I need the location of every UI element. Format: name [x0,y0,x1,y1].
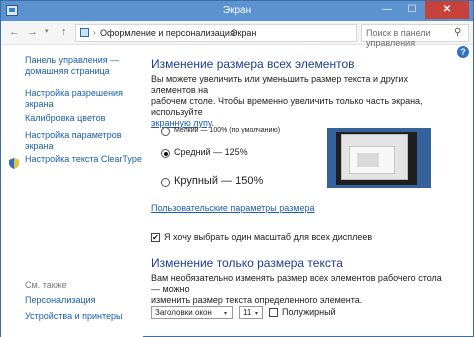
element-select-value: Заголовки окон [155,308,212,317]
size-description-line: Вы можете увеличить или уменьшить размер… [151,74,408,95]
sidebar-item-devices-printers[interactable]: Устройства и принтеры [25,311,123,322]
sidebar-item-color-calibration[interactable]: Калибровка цветов [25,113,105,124]
sidebar-item-label: Настройка параметров [25,130,122,140]
text-size-description-line: изменить размер текста определенного эле… [151,295,363,305]
breadcrumb-separator-icon: › [93,28,96,37]
preview-block [357,153,379,167]
back-arrow-icon[interactable]: ← [9,26,20,38]
title-bar[interactable]: Экран — ☐ ✕ [1,1,473,21]
see-also-title: См. также [25,280,67,290]
size-medium-label[interactable]: Средний — 125% [174,147,248,157]
size-small-label[interactable]: Мелкий — 100% (по умолчанию) [174,127,280,134]
search-placeholder: Поиск в панели управления [366,28,431,48]
one-scale-checkbox[interactable]: ✔ [151,233,160,242]
chevron-down-icon: ▾ [224,311,228,317]
up-arrow-icon[interactable]: ↑ [61,26,67,38]
close-button[interactable]: ✕ [425,1,469,19]
sidebar: Панель управления — домашняя страница На… [1,46,143,337]
size-large-label[interactable]: Крупный — 150% [174,175,263,187]
sidebar-item-personalization[interactable]: Персонализация [25,295,96,306]
sidebar-item-label: домашняя страница [25,66,110,76]
sidebar-item-label: Калибровка цветов [25,113,106,123]
search-icon[interactable]: ⚲ [454,27,461,38]
recent-locations-icon[interactable]: ▾ [45,27,49,35]
sidebar-item-label: экрана [25,99,54,109]
sidebar-item-label: экрана [25,141,54,151]
control-panel-window: Экран — ☐ ✕ ← → ▾ ↑ › Оформление и персо… [0,0,474,337]
bold-label[interactable]: Полужирный [282,307,336,317]
font-size-select-value: 11 [243,308,252,317]
sidebar-item-label: Настройка разрешения [25,88,123,98]
size-medium-radio[interactable] [161,149,170,158]
breadcrumb-item-display[interactable]: Экран [231,28,256,38]
text-size-description: Вам необязательно изменять размер всех э… [151,273,451,306]
font-size-select[interactable]: 11 ▾ [239,306,263,319]
sidebar-item-cleartype[interactable]: Настройка текста ClearType [25,154,142,165]
custom-size-link[interactable]: Пользовательские параметры размера [151,203,451,214]
sidebar-item-resolution[interactable]: Настройка разрешения экрана [25,88,123,110]
address-bar: ← → ▾ ↑ › Оформление и персонализация › … [1,21,473,48]
forward-arrow-icon[interactable]: → [27,26,38,38]
text-size-heading: Изменение только размера текста [151,256,343,270]
one-scale-label[interactable]: Я хочу выбрать один масштаб для всех дис… [164,232,372,242]
chevron-down-icon: ▾ [255,311,259,317]
breadcrumb-separator-icon: › [222,28,225,37]
element-select[interactable]: Заголовки окон ▾ [151,306,233,319]
shield-icon [9,158,19,169]
size-large-radio[interactable] [161,178,170,187]
size-heading: Изменение размера всех элементов [151,57,355,71]
sidebar-item-home[interactable]: Панель управления — домашняя страница [25,55,119,77]
maximize-button[interactable]: ☐ [400,1,424,19]
help-icon[interactable]: ? [457,46,469,58]
scale-preview-image [327,128,431,188]
bold-checkbox[interactable] [269,308,278,317]
minimize-button[interactable]: — [375,1,399,19]
breadcrumb-item-personalization[interactable]: Оформление и персонализация [100,28,235,38]
search-input[interactable]: Поиск в панели управления ⚲ [361,24,469,48]
sidebar-item-label: Настройка текста ClearType [25,154,142,164]
size-description-line: рабочем столе. Чтобы временно увеличить … [151,96,423,117]
sidebar-item-display-settings[interactable]: Настройка параметров экрана [25,130,122,152]
size-small-radio[interactable] [161,127,170,136]
text-size-description-line: Вам необязательно изменять размер всех э… [151,273,442,294]
size-description: Вы можете увеличить или уменьшить размер… [151,74,451,129]
breadcrumb[interactable]: › Оформление и персонализация › Экран ▾ … [75,24,422,42]
sidebar-item-label: Панель управления — [25,55,120,65]
control-panel-icon [80,28,89,37]
